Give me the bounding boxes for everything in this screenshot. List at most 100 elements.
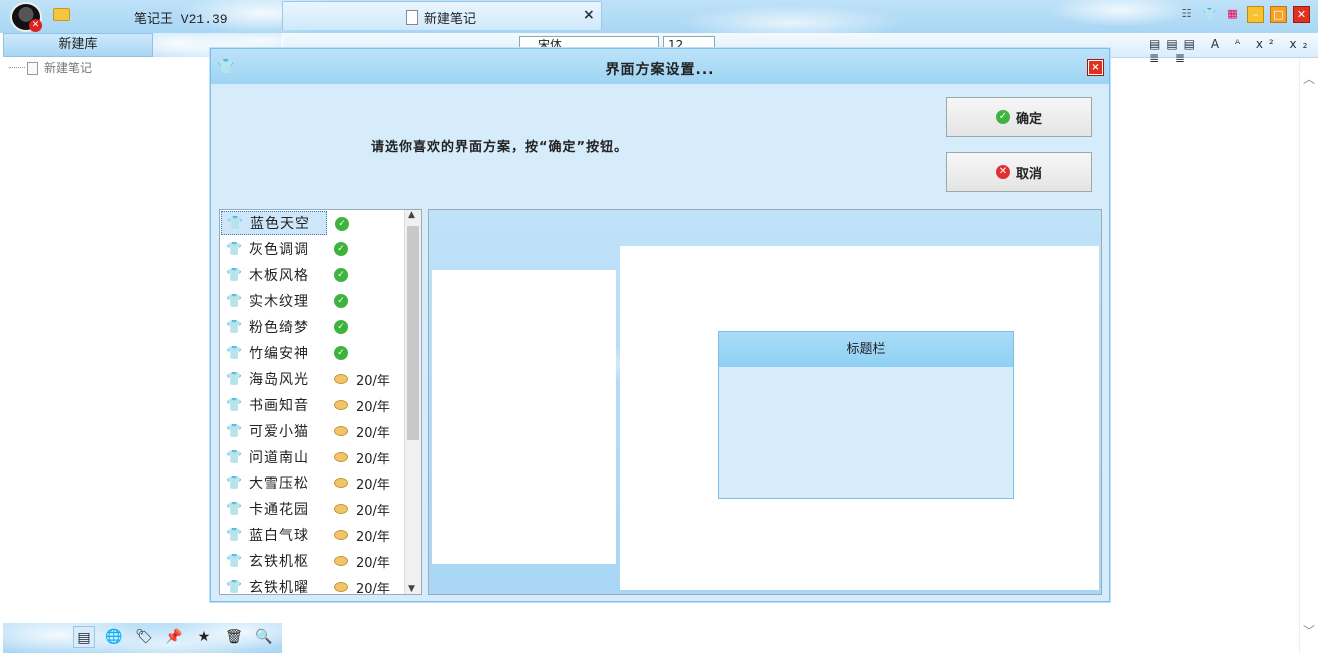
cancel-button[interactable]: ✕ 取消 xyxy=(946,152,1092,192)
skin-item[interactable]: 👕 粉色绮梦 ✓ xyxy=(221,315,405,339)
skin-price: 20/年 xyxy=(356,504,390,519)
skin-price: 20/年 xyxy=(356,400,390,415)
dialog-prompt: 请选你喜欢的界面方案，按“确定”按钮。 xyxy=(371,140,629,155)
skin-name: 玄铁机曜 xyxy=(249,580,309,595)
skin-price: 20/年 xyxy=(356,582,390,595)
skin-list[interactable]: 👕 蓝色天空 ✓ 👕 灰色调调 ✓ 👕 木板风格 ✓ 👕 实木纹理 ✓ 👕 粉色绮梦 ✓ 👕 竹编安神 ✓ 👕 海岛风… xyxy=(219,209,422,595)
scroll-up-icon[interactable]: ▲ xyxy=(408,210,415,220)
preview-title-bar: 标题栏 xyxy=(719,332,1013,367)
minimize-button[interactable]: – xyxy=(1247,6,1264,23)
skin-name: 实木纹理 xyxy=(249,294,309,310)
preview-sidebar xyxy=(432,270,616,564)
skin-item[interactable]: 👕 卡通花园 20/年 xyxy=(221,497,405,521)
skin-item[interactable]: 👕 可爱小猫 20/年 xyxy=(221,419,405,443)
title-bar: 笔记王 V21.39 新建笔记 × ☷ 👕 ▦ – □ ✕ xyxy=(0,0,1318,33)
library-header[interactable]: 新建库 xyxy=(3,33,153,57)
skin-name: 灰色调调 xyxy=(249,242,309,258)
skin-item[interactable]: 👕 实木纹理 ✓ xyxy=(221,289,405,313)
skin-name: 木板风格 xyxy=(249,268,309,284)
tag-icon[interactable]: 🏷 xyxy=(133,626,155,648)
shirt-icon: 👕 xyxy=(226,371,243,387)
dialog-close-button[interactable]: × xyxy=(1087,59,1104,76)
skin-item[interactable]: 👕 蓝白气球 20/年 xyxy=(221,523,405,547)
tab-new-note[interactable]: 新建笔记 × xyxy=(282,1,602,30)
search-icon[interactable]: 🔍 xyxy=(253,626,275,648)
tree-item-new-note[interactable]: 新建笔记 xyxy=(9,59,92,75)
skin-name: 竹编安神 xyxy=(249,346,309,362)
cancel-icon: ✕ xyxy=(995,165,1010,179)
skin-item[interactable]: 👕 竹编安神 ✓ xyxy=(221,341,405,365)
window-controls: ☷ 👕 ▦ – □ ✕ xyxy=(1178,6,1310,24)
skin-price: 20/年 xyxy=(356,452,390,467)
owned-check-icon: ✓ xyxy=(334,294,348,308)
coin-icon xyxy=(334,452,348,462)
skin-item[interactable]: 👕 灰色调调 ✓ xyxy=(221,237,405,261)
skin-price: 20/年 xyxy=(356,426,390,441)
ok-label: 确定 xyxy=(1015,111,1042,127)
tab-close-button[interactable]: × xyxy=(583,7,595,23)
document-icon xyxy=(27,62,38,75)
scroll-up-icon[interactable]: ︿ xyxy=(1303,70,1315,87)
skin-shirt-icon[interactable]: 👕 xyxy=(1201,6,1218,23)
notes-icon[interactable]: ▤ xyxy=(73,626,95,648)
owned-check-icon: ✓ xyxy=(334,346,348,360)
editor-scrollbar[interactable]: ︿ ﹀ xyxy=(1299,58,1318,653)
skin-name: 玄铁机枢 xyxy=(249,554,309,570)
dialog-title: 界面方案设置... xyxy=(605,62,715,78)
ok-button[interactable]: ✓ 确定 xyxy=(946,97,1092,137)
sidebar-bottom-toolbar: ▤ 🌐 🏷 📌 ★ 🗑 🔍 xyxy=(3,623,282,653)
skin-name: 海岛风光 xyxy=(249,372,309,388)
shirt-icon: 👕 xyxy=(226,267,243,283)
skin-item[interactable]: 👕 玄铁机曜 20/年 xyxy=(221,575,405,595)
app-logo-icon[interactable] xyxy=(10,2,42,32)
owned-check-icon: ✓ xyxy=(335,217,349,231)
coin-icon xyxy=(334,556,348,566)
trash-icon[interactable]: 🗑 xyxy=(223,626,245,648)
close-window-button[interactable]: ✕ xyxy=(1293,6,1310,23)
skin-item[interactable]: 👕 书画知音 20/年 xyxy=(221,393,405,417)
skin-name: 大雪压松 xyxy=(249,476,309,492)
skin-name: 蓝色天空 xyxy=(250,216,310,232)
maximize-button[interactable]: □ xyxy=(1270,6,1287,23)
skin-name: 书画知音 xyxy=(249,398,309,414)
scroll-down-icon[interactable]: ﹀ xyxy=(1303,622,1315,639)
skin-name: 问道南山 xyxy=(249,450,309,466)
owned-check-icon: ✓ xyxy=(334,320,348,334)
skin-price: 20/年 xyxy=(356,478,390,493)
shirt-icon: 👕 xyxy=(226,345,243,361)
cancel-label: 取消 xyxy=(1015,166,1042,182)
skin-price: 20/年 xyxy=(356,556,390,571)
document-icon xyxy=(406,10,418,25)
skin-name: 粉色绮梦 xyxy=(249,320,309,336)
check-icon: ✓ xyxy=(995,110,1010,124)
skin-price: 20/年 xyxy=(356,374,390,389)
skin-item[interactable]: 👕 玄铁机枢 20/年 xyxy=(221,549,405,573)
owned-check-icon: ✓ xyxy=(334,268,348,282)
pin-icon[interactable]: 📌 xyxy=(163,626,185,648)
skin-item[interactable]: 👕 大雪压松 20/年 xyxy=(221,471,405,495)
shirt-icon: 👕 xyxy=(226,241,243,257)
coin-icon xyxy=(334,504,348,514)
skin-item[interactable]: 👕 问道南山 20/年 xyxy=(221,445,405,469)
owned-check-icon: ✓ xyxy=(334,242,348,256)
skin-name: 蓝白气球 xyxy=(249,528,309,544)
color-palette-icon[interactable]: ▦ xyxy=(1224,6,1241,23)
star-icon[interactable]: ★ xyxy=(193,626,215,648)
scroll-down-icon[interactable]: ▼ xyxy=(408,584,415,594)
skin-item[interactable]: 👕 海岛风光 20/年 xyxy=(221,367,405,391)
format-buttons[interactable]: ▤▤▤ A ᴬ x² x₂ ≣ ≣ xyxy=(1149,37,1318,65)
skin-list-scrollbar[interactable]: ▲ ▼ xyxy=(404,210,421,594)
layout-grid-icon[interactable]: ☷ xyxy=(1178,6,1195,23)
shirt-icon: 👕 xyxy=(226,475,243,491)
shirt-icon: 👕 xyxy=(227,215,244,231)
coin-icon xyxy=(334,530,348,540)
tab-label: 新建笔记 xyxy=(424,12,477,27)
skin-item[interactable]: 👕 木板风格 ✓ xyxy=(221,263,405,287)
scroll-thumb[interactable] xyxy=(407,226,419,440)
folder-icon[interactable] xyxy=(53,8,70,21)
tree-item-label: 新建笔记 xyxy=(44,61,93,75)
skin-preview: 标题栏 xyxy=(428,209,1102,595)
globe-icon[interactable]: 🌐 xyxy=(103,626,125,648)
shirt-icon: 👕 xyxy=(226,319,243,335)
skin-item[interactable]: 👕 蓝色天空 ✓ xyxy=(221,211,349,235)
